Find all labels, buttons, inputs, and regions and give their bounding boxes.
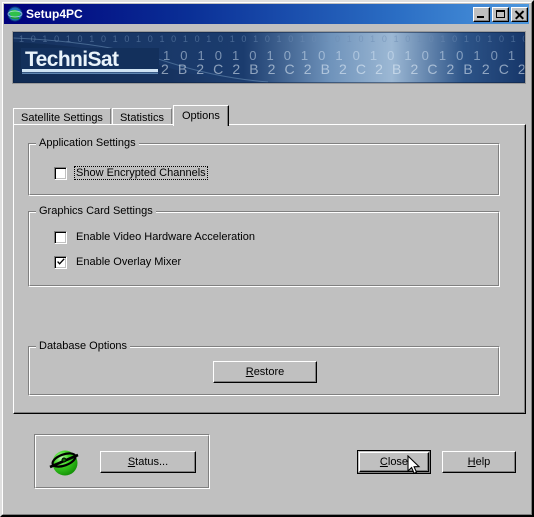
restore-button-label: Restore <box>245 366 285 378</box>
close-button-label: Close <box>379 456 409 468</box>
database-options-group: Database Options Restore <box>28 341 500 396</box>
restore-button[interactable]: Restore <box>213 361 317 383</box>
application-window: Setup4PC 1 0 1 0 1 0 1 0 1 0 1 0 1 0 1 0… <box>0 0 534 517</box>
checkbox-box[interactable] <box>54 230 67 244</box>
close-window-button[interactable] <box>511 6 528 22</box>
help-button-label: Help <box>467 456 491 468</box>
checkbox-show-encrypted-channels[interactable]: Show Encrypted Channels <box>54 166 208 180</box>
maximize-button[interactable] <box>492 6 509 22</box>
checkbox-box[interactable] <box>54 255 67 269</box>
technisat-banner: 1 0 1 0 1 0 1 0 1 0 1 0 1 0 1 0 1 0 1 0 … <box>12 31 526 84</box>
options-tab-panel: Application Settings Show Encrypted Chan… <box>13 124 526 414</box>
banner-pattern-top: 1 0 1 0 1 0 1 0 1 0 1 0 1 0 1 0 1 0 1 0 … <box>19 34 525 44</box>
application-settings-legend: Application Settings <box>36 138 139 149</box>
status-button-label: Status... <box>127 456 169 468</box>
banner-pattern-bottom: 2 B 2 C 2 B 2 C 2 B 2 C 2 B 2 C 2 B 2 C … <box>161 61 525 77</box>
satellite-globe-icon <box>7 6 23 22</box>
tab-options[interactable]: Options <box>172 105 229 126</box>
database-options-legend: Database Options <box>36 341 131 352</box>
status-button[interactable]: Status... <box>100 451 196 473</box>
status-panel: Status... <box>34 434 210 489</box>
tab-strip[interactable]: Satellite Settings Statistics Options <box>13 105 230 126</box>
help-button[interactable]: Help <box>442 451 516 473</box>
tab-label: Options <box>181 110 220 122</box>
close-button[interactable]: Close <box>357 450 431 474</box>
checkbox-box[interactable] <box>54 166 67 180</box>
technisat-logo-text: TechniSat <box>25 48 119 71</box>
close-button-inner: Close <box>359 452 429 472</box>
checkbox-label: Enable Overlay Mixer <box>76 256 182 268</box>
tab-label: Satellite Settings <box>21 111 103 124</box>
checkbox-label: Show Encrypted Channels <box>74 166 208 180</box>
title-bar[interactable]: Setup4PC <box>4 4 529 24</box>
minimize-button[interactable] <box>473 6 490 22</box>
checkbox-enable-video-hardware-acceleration[interactable]: Enable Video Hardware Acceleration <box>54 230 257 244</box>
application-settings-group: Application Settings Show Encrypted Chan… <box>28 138 500 196</box>
green-satellite-icon <box>47 445 81 479</box>
window-title: Setup4PC <box>26 7 83 21</box>
checkbox-enable-overlay-mixer[interactable]: Enable Overlay Mixer <box>54 255 183 269</box>
checkmark-icon <box>57 257 65 265</box>
checkbox-label: Enable Video Hardware Acceleration <box>76 231 255 243</box>
graphics-card-settings-group: Graphics Card Settings Enable Video Hard… <box>28 206 500 287</box>
graphics-card-settings-legend: Graphics Card Settings <box>36 206 156 217</box>
technisat-logo: TechniSat <box>21 48 159 74</box>
tab-label: Statistics <box>119 111 164 124</box>
